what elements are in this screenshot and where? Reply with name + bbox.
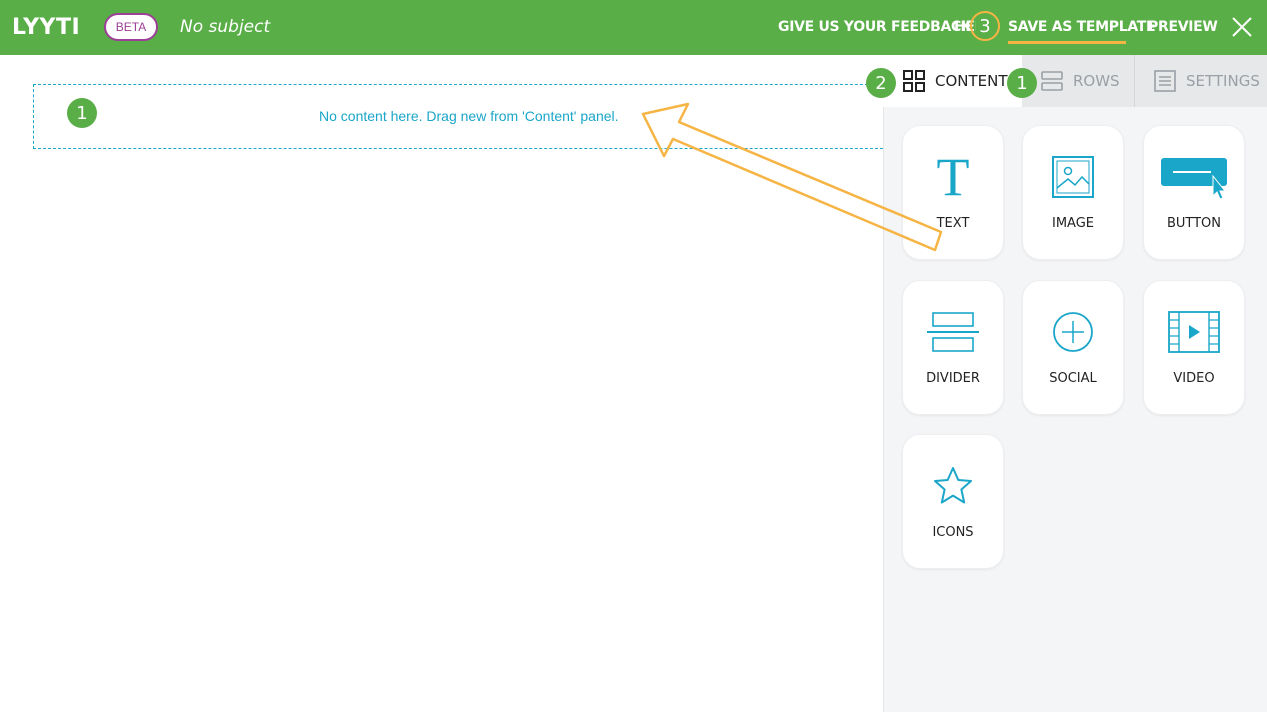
- step-badge-2-panel: 2: [866, 68, 896, 98]
- text-icon: T: [903, 152, 1003, 202]
- tab-settings[interactable]: SETTINGS: [1135, 55, 1267, 107]
- svg-text:T: T: [937, 153, 970, 201]
- tile-button-label: BUTTON: [1166, 216, 1222, 231]
- step-badge-3: 3: [970, 11, 1000, 41]
- video-icon: [1144, 307, 1244, 357]
- dropzone-message: No content here. Drag new from 'Content'…: [319, 108, 619, 124]
- tile-social-label: SOCIAL: [1049, 371, 1097, 386]
- tab-rows[interactable]: ROWS: [1022, 55, 1135, 107]
- tile-text-label: TEXT: [936, 216, 970, 231]
- button-icon: [1144, 152, 1244, 202]
- star-icon: [903, 461, 1003, 511]
- tile-image-label: IMAGE: [1051, 216, 1094, 231]
- grid-icon: [903, 70, 925, 92]
- subject-title[interactable]: No subject: [180, 17, 270, 37]
- plus-circle-icon: [1023, 307, 1123, 357]
- tile-text[interactable]: T TEXT: [902, 125, 1004, 260]
- tab-settings-label: SETTINGS: [1186, 72, 1260, 90]
- tile-video[interactable]: VIDEO: [1143, 280, 1245, 415]
- tile-button[interactable]: BUTTON: [1143, 125, 1245, 260]
- rows-icon: [1041, 71, 1063, 91]
- tile-divider-label: DIVIDER: [926, 371, 980, 386]
- tab-rows-label: ROWS: [1073, 72, 1120, 90]
- tile-video-label: VIDEO: [1173, 371, 1215, 386]
- tab-content[interactable]: CONTENT: [883, 55, 1022, 107]
- step-badge-1-panel: 1: [1007, 68, 1037, 98]
- tile-divider[interactable]: DIVIDER: [902, 280, 1004, 415]
- save-as-template-button[interactable]: SAVE AS TEMPLATE: [1008, 19, 1155, 35]
- settings-icon: [1154, 70, 1176, 92]
- close-icon[interactable]: [1230, 15, 1254, 39]
- panel-tabs: CONTENT ROWS SETTINGS: [883, 55, 1267, 107]
- feedback-link[interactable]: GIVE US YOUR FEEDBACK: [778, 19, 972, 35]
- top-bar: LYYTI BETA No subject GIVE US YOUR FEEDB…: [0, 0, 1267, 55]
- lyyti-logo[interactable]: LYYTI: [12, 15, 80, 40]
- template-highlight-underline: [1008, 41, 1126, 44]
- tile-social[interactable]: SOCIAL: [1022, 280, 1124, 415]
- divider-icon: [903, 307, 1003, 357]
- step-badge-1-canvas: 1: [67, 98, 97, 128]
- beta-badge: BETA: [104, 13, 158, 41]
- tile-icons-label: ICONS: [932, 525, 974, 540]
- preview-button[interactable]: PREVIEW: [1148, 19, 1218, 35]
- tab-content-label: CONTENT: [935, 72, 1008, 90]
- tile-image[interactable]: IMAGE: [1022, 125, 1124, 260]
- image-icon: [1023, 152, 1123, 202]
- tile-icons[interactable]: ICONS: [902, 434, 1004, 569]
